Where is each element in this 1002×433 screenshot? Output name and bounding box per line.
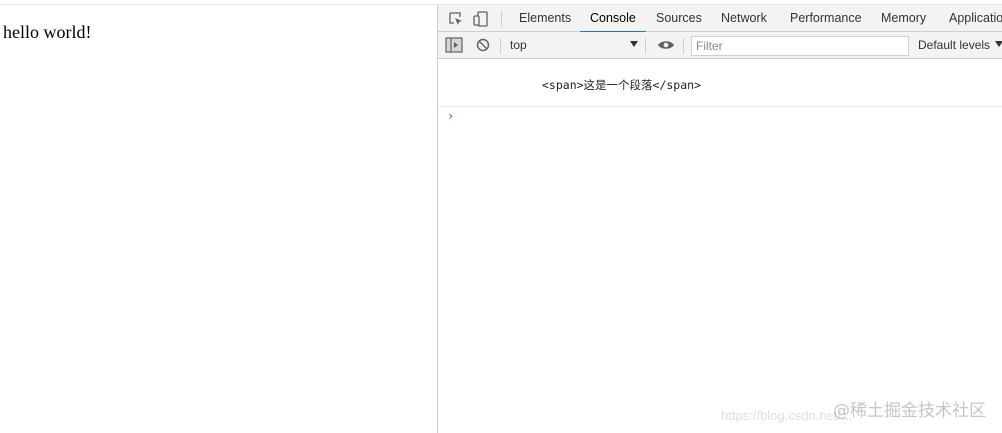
show-sidebar-icon[interactable] — [445, 36, 463, 54]
context-dropdown-icon[interactable] — [630, 41, 638, 47]
console-toolbar: top Filter Default levels — [438, 32, 1002, 59]
tab-performance[interactable]: Performance — [790, 5, 862, 32]
page-body-text: hello world! — [3, 22, 92, 42]
chevron-down-icon — [995, 41, 1002, 47]
console-log-row: <span>这是一个段落</span> — [438, 59, 1002, 107]
tab-memory[interactable]: Memory — [881, 5, 926, 32]
inspect-element-icon[interactable] — [447, 10, 465, 28]
console-log-message: <span>这是一个段落</span> — [542, 78, 702, 92]
toolbar-separator — [645, 38, 646, 54]
tab-application[interactable]: Applicatio — [949, 5, 1002, 32]
clear-console-icon[interactable] — [474, 36, 492, 54]
live-expression-icon[interactable] — [657, 36, 675, 54]
page-viewport: hello world! — [0, 5, 437, 433]
tab-sources[interactable]: Sources — [656, 5, 702, 32]
toolbar-separator — [500, 38, 501, 54]
log-levels-dropdown[interactable]: Default levels — [918, 32, 1002, 59]
tab-network[interactable]: Network — [721, 5, 767, 32]
devtools-tabbar: Elements Console Sources Network Perform… — [438, 5, 1002, 33]
tab-console[interactable]: Console — [580, 5, 646, 33]
toolbar-separator — [683, 38, 684, 54]
console-output[interactable]: <span>这是一个段落</span> › — [438, 59, 1002, 433]
console-prompt-icon[interactable]: › — [447, 109, 454, 123]
tabbar-separator — [501, 11, 502, 27]
tab-elements[interactable]: Elements — [519, 5, 571, 32]
filter-input[interactable]: Filter — [691, 36, 909, 56]
devtools-panel: Elements Console Sources Network Perform… — [437, 5, 1002, 433]
log-levels-label: Default levels — [918, 38, 991, 52]
context-selector[interactable]: top — [510, 32, 527, 59]
device-toolbar-icon[interactable] — [472, 10, 490, 28]
watermark: @稀土掘金技术社区 — [833, 401, 986, 421]
